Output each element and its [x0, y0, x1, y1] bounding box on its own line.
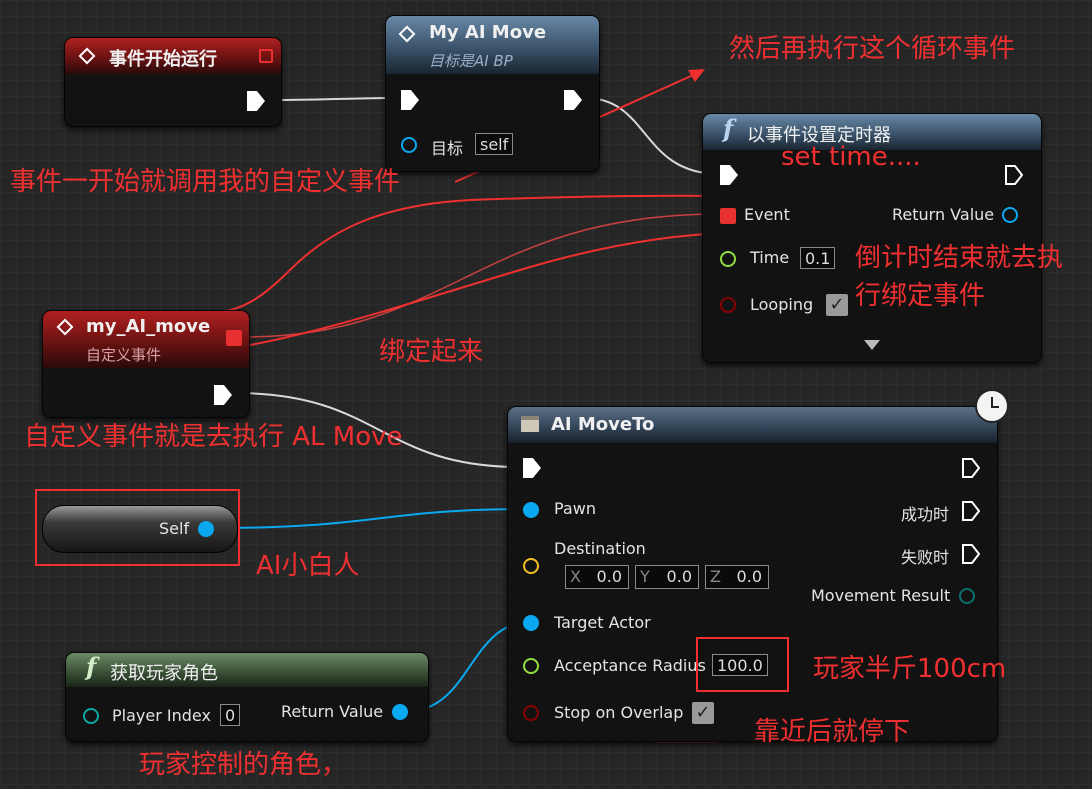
object-wire-self-to-pawn	[213, 508, 531, 529]
pawn-label: Pawn	[554, 499, 596, 518]
exec-input-pin[interactable]	[523, 458, 541, 478]
destination-y-value: 0.0	[666, 567, 692, 586]
target-value[interactable]: self	[475, 133, 514, 155]
target-label: 目标	[431, 139, 464, 158]
exec-output-pin[interactable]	[1005, 165, 1023, 185]
event-diamond-icon	[56, 318, 74, 336]
time-label: Time	[750, 248, 790, 267]
axis-y-label: Y	[640, 567, 650, 586]
delegate-wire	[244, 213, 721, 338]
function-f-icon: f	[86, 652, 97, 681]
stop-overlap-label: Stop on Overlap	[554, 703, 684, 722]
exec-wire-begin-to-call	[264, 97, 401, 101]
exec-output-pin[interactable]	[564, 90, 582, 110]
fail-label: 失败时	[901, 548, 950, 567]
annotation-set-time: set time....	[781, 142, 921, 172]
delegate-output-pin[interactable]	[226, 330, 242, 346]
destination-label: Destination	[554, 539, 646, 558]
node-subtitle: 自定义事件	[86, 346, 162, 364]
return-value-pin[interactable]	[1002, 207, 1018, 223]
annotation-box-radius	[696, 637, 789, 692]
player-index-pin[interactable]	[83, 708, 99, 724]
player-index-label: Player Index	[112, 706, 211, 725]
success-exec-pin[interactable]	[962, 501, 980, 521]
annotation-call-custom: 事件一开始就调用我的自定义事件	[10, 167, 401, 197]
looping-bool-pin[interactable]	[720, 297, 736, 313]
target-actor-label: Target Actor	[554, 613, 651, 632]
event-diamond-icon	[398, 25, 416, 43]
node-title: AI MoveTo	[551, 414, 655, 435]
fail-exec-pin[interactable]	[962, 544, 980, 564]
event-diamond-icon	[78, 47, 96, 65]
looping-label: Looping	[750, 295, 814, 314]
movement-result-pin[interactable]	[959, 588, 975, 604]
annotation-countdown-2: 行绑定事件	[855, 281, 986, 311]
annotation-then-loop: 然后再执行这个循环事件	[729, 34, 1016, 64]
get-player-character-node[interactable]: f 获取玩家角色 Player Index 0 Return Value	[65, 652, 429, 742]
exec-output-pin[interactable]	[247, 91, 265, 111]
annotation-player-char: 玩家控制的角色，	[139, 750, 348, 780]
annotation-ai-pawn: AI小白人	[256, 551, 360, 581]
annotation-countdown-1: 倒计时结束就去执	[855, 243, 1064, 273]
stop-overlap-checkbox[interactable]: ✓	[692, 702, 714, 724]
destination-z-field[interactable]: Z 0.0	[705, 565, 769, 589]
annotation-radius: 玩家半斤100cm	[813, 654, 1007, 684]
destination-y-field[interactable]: Y 0.0	[635, 565, 699, 589]
exec-output-pin[interactable]	[962, 458, 980, 478]
exec-wire-call-to-timer	[584, 97, 721, 175]
node-title: 事件开始运行	[109, 49, 217, 70]
movement-result-label: Movement Result	[811, 586, 951, 605]
destination-x-field[interactable]: X 0.0	[565, 565, 629, 589]
target-actor-object-pin[interactable]	[523, 615, 539, 631]
destination-x-value: 0.0	[596, 567, 622, 586]
begin-play-node[interactable]: 事件开始运行	[64, 37, 282, 127]
destination-z-value: 0.0	[736, 567, 762, 586]
destination-vector-pin[interactable]	[523, 558, 539, 574]
axis-x-label: X	[570, 567, 581, 586]
target-object-pin[interactable]	[401, 137, 417, 153]
player-index-value[interactable]: 0	[220, 704, 241, 726]
time-value[interactable]: 0.1	[800, 247, 836, 269]
exec-output-pin[interactable]	[214, 385, 232, 405]
annotation-stop-near: 靠近后就停下	[754, 717, 911, 747]
expand-chevron-icon[interactable]	[864, 340, 880, 350]
event-label: Event	[744, 205, 790, 224]
success-label: 成功时	[901, 505, 950, 524]
node-title: my_AI_move	[86, 316, 211, 337]
latent-clock-icon	[975, 389, 1009, 423]
annotation-bind: 绑定起来	[379, 337, 484, 367]
acceptance-float-pin[interactable]	[523, 658, 539, 674]
pawn-object-pin[interactable]	[523, 502, 539, 518]
latent-node-icon	[521, 416, 539, 432]
annotation-custom-exec: 自定义事件就是去执行 AL Move	[24, 422, 403, 452]
node-subtitle: 目标是AI BP	[429, 52, 513, 70]
return-value-label: Return Value	[892, 205, 995, 224]
node-title: My AI Move	[429, 22, 547, 43]
exec-input-pin[interactable]	[720, 165, 738, 185]
function-f-icon: f	[723, 114, 734, 143]
stop-overlap-bool-pin[interactable]	[523, 705, 539, 721]
annotation-box-self	[35, 489, 240, 566]
time-float-pin[interactable]	[720, 251, 736, 267]
exec-input-pin[interactable]	[401, 90, 419, 110]
custom-event-node[interactable]: my_AI_move 自定义事件	[42, 310, 250, 418]
delegate-event-pin[interactable]	[720, 208, 736, 224]
delegate-output-pin[interactable]	[259, 49, 273, 63]
node-title: 获取玩家角色	[110, 663, 218, 684]
my-ai-move-call-node[interactable]: My AI Move 目标是AI BP 目标 self	[385, 15, 600, 172]
return-value-label: Return Value	[281, 702, 384, 721]
axis-z-label: Z	[710, 567, 721, 586]
acceptance-label: Acceptance Radius	[554, 656, 706, 675]
looping-checkbox[interactable]: ✓	[826, 294, 848, 316]
return-value-pin[interactable]	[392, 704, 408, 720]
